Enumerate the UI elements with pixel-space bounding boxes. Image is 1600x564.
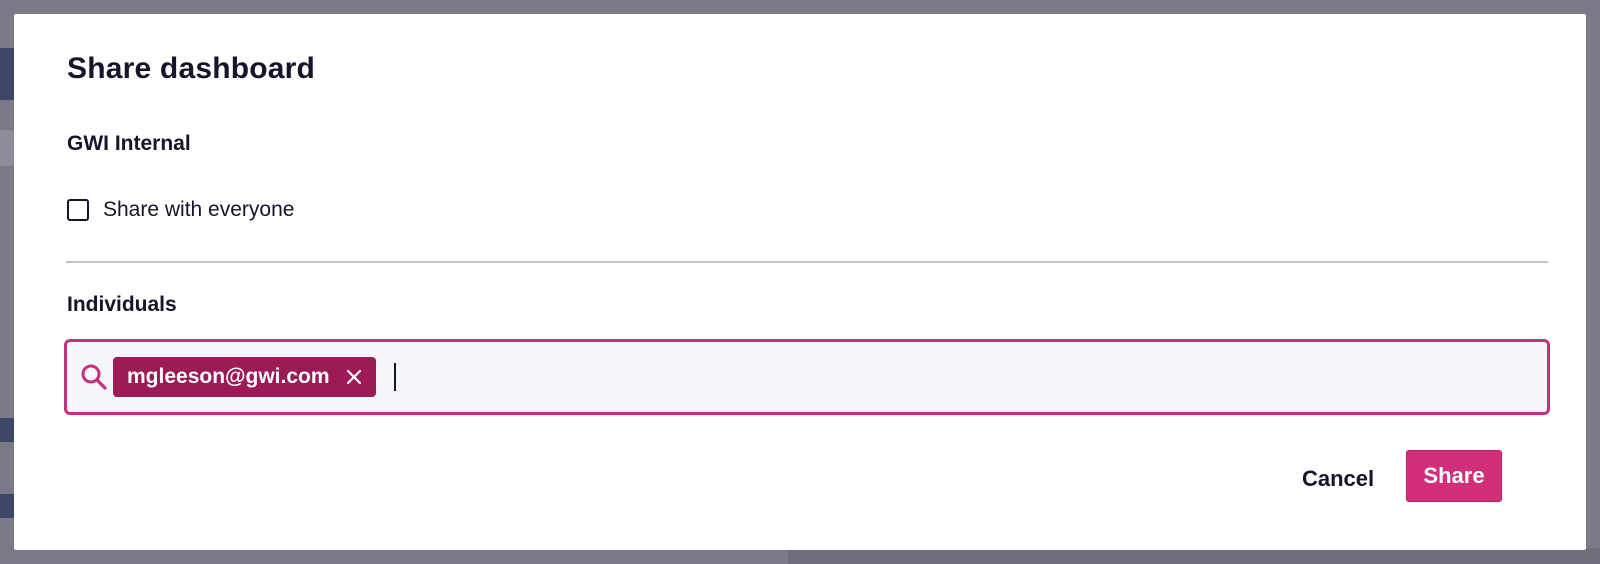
share-with-everyone-checkbox[interactable] — [67, 199, 89, 221]
share-button[interactable]: Share — [1406, 450, 1502, 502]
section-heading-individuals: Individuals — [67, 293, 177, 316]
individuals-search-field[interactable]: mgleeson@gwi.com — [64, 339, 1550, 415]
background-element — [788, 548, 1600, 564]
recipient-chip: mgleeson@gwi.com — [113, 357, 376, 397]
section-divider — [66, 261, 1548, 263]
cancel-button[interactable]: Cancel — [1302, 459, 1374, 499]
close-icon[interactable] — [344, 367, 364, 387]
section-heading-internal: GWI Internal — [67, 132, 191, 155]
individuals-search-input[interactable] — [395, 342, 1547, 412]
recipient-chip-label: mgleeson@gwi.com — [127, 365, 330, 388]
share-dashboard-dialog: Share dashboard GWI Internal Share with … — [14, 14, 1586, 550]
share-with-everyone-label: Share with everyone — [103, 198, 295, 221]
share-with-everyone-option[interactable]: Share with everyone — [67, 198, 294, 222]
search-icon — [79, 362, 109, 392]
dialog-title: Share dashboard — [67, 52, 316, 85]
